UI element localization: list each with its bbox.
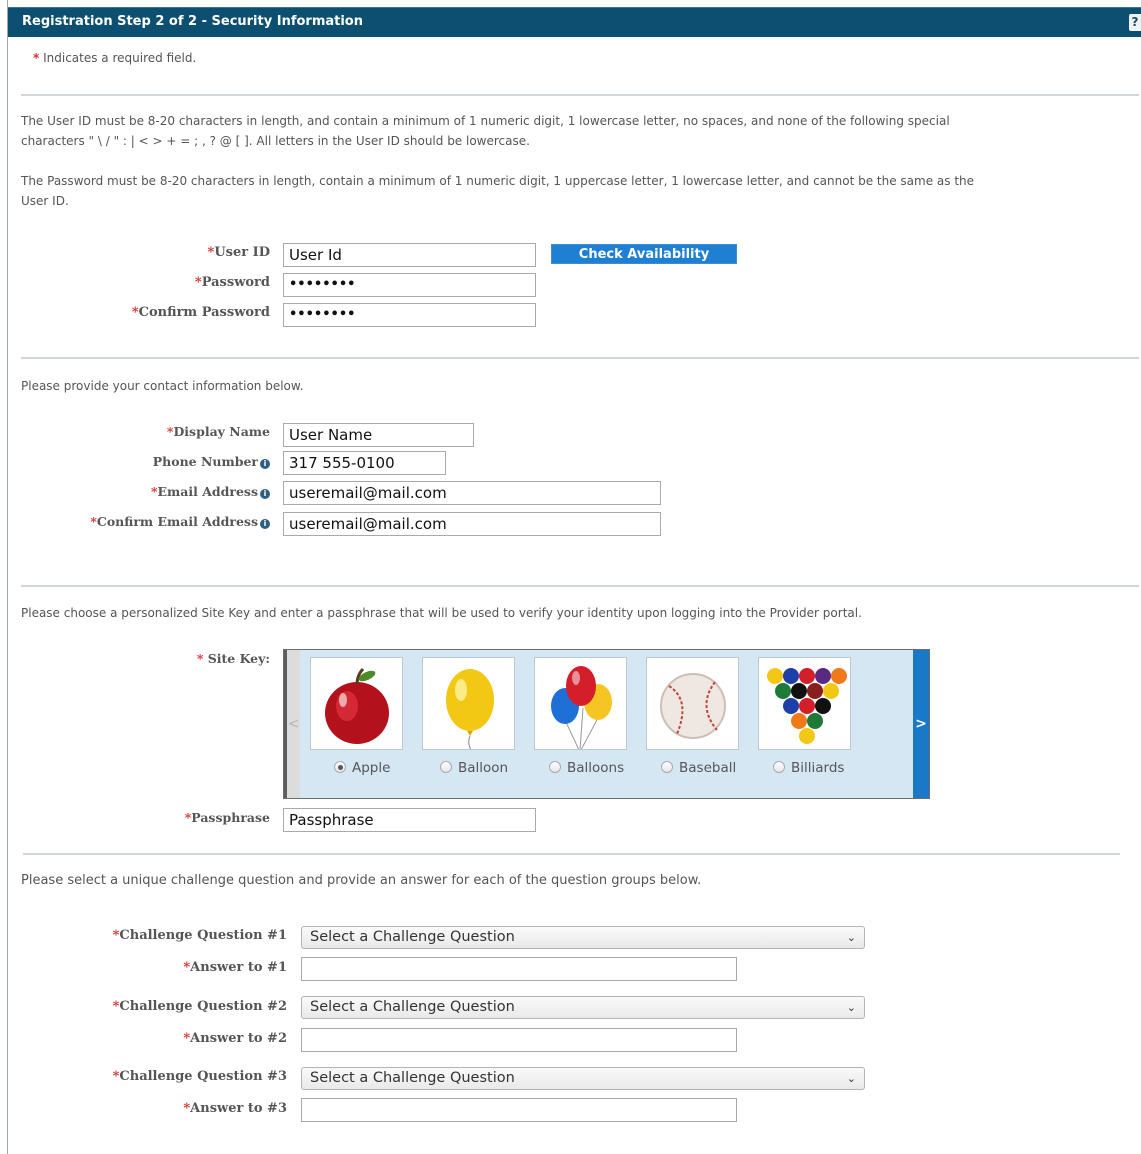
divider	[21, 585, 1139, 587]
info-icon[interactable]: i	[260, 459, 270, 469]
contact-intro: Please provide your contact information …	[21, 379, 304, 393]
chevron-down-icon: ⌄	[846, 931, 856, 944]
baseball-icon[interactable]	[646, 657, 739, 750]
email-input[interactable]: useremail@mail.com	[283, 481, 661, 505]
answer3-input[interactable]	[301, 1098, 737, 1122]
required-note-text: Indicates a required field.	[43, 51, 197, 65]
page-title: Registration Step 2 of 2 - Security Info…	[22, 14, 363, 29]
radio-button[interactable]	[773, 761, 785, 773]
info-icon[interactable]: i	[260, 519, 270, 529]
userid-rules: The User ID must be 8-20 characters in l…	[21, 111, 1121, 151]
title-bar: Registration Step 2 of 2 - Security Info…	[8, 7, 1141, 37]
confirm-email-input[interactable]: useremail@mail.com	[283, 512, 661, 536]
divider	[21, 357, 1139, 359]
userid-label: *User ID	[207, 245, 270, 260]
confirm-password-label: *Confirm Password	[131, 305, 270, 320]
challenge-q3-label: *Challenge Question #3	[112, 1069, 287, 1084]
password-input[interactable]: ••••••••	[283, 273, 536, 297]
sitekey-carousel: < Apple Balloon Balloons Baseball Billia…	[283, 649, 930, 799]
divider	[21, 94, 1139, 96]
balloon-icon[interactable]	[422, 657, 515, 750]
display-name-input[interactable]: User Name	[283, 423, 474, 447]
challenge-q1-value: Select a Challenge Question	[310, 929, 515, 945]
sitekey-radio-balloon[interactable]: Balloon	[440, 760, 508, 776]
help-icon[interactable]: ?	[1129, 14, 1141, 31]
challenge-q2-value: Select a Challenge Question	[310, 999, 515, 1015]
carousel-next-button[interactable]: >	[913, 650, 929, 798]
userid-rules-line2: characters " \ / " : | < > + = ; , ? @ […	[21, 134, 530, 148]
sitekey-radio-apple[interactable]: Apple	[334, 760, 390, 776]
challenge-q2-select[interactable]: Select a Challenge Question ⌄	[301, 996, 865, 1019]
radio-button[interactable]	[549, 761, 561, 773]
answer1-label: *Answer to #1	[183, 960, 287, 975]
challenge-q3-select[interactable]: Select a Challenge Question ⌄	[301, 1067, 865, 1090]
display-name-label: *Display Name	[166, 424, 270, 439]
chevron-down-icon: ⌄	[846, 1072, 856, 1085]
required-star: *	[33, 51, 40, 65]
password-rules-line2: User ID.	[21, 194, 69, 208]
divider	[23, 853, 1120, 855]
registration-page: Registration Step 2 of 2 - Security Info…	[0, 0, 1141, 1154]
passphrase-input[interactable]: Passphrase	[283, 808, 536, 832]
challenge-q2-label: *Challenge Question #2	[112, 999, 287, 1014]
sitekey-radio-balloons[interactable]: Balloons	[549, 760, 624, 776]
password-rules-line1: The Password must be 8-20 characters in …	[21, 174, 975, 188]
password-label: *Password	[194, 275, 270, 290]
sitekey-radio-baseball[interactable]: Baseball	[661, 760, 736, 776]
phone-label: Phone Number i	[153, 454, 270, 469]
radio-button[interactable]	[661, 761, 673, 773]
answer2-label: *Answer to #2	[183, 1031, 287, 1046]
sitekey-intro: Please choose a personalized Site Key an…	[21, 606, 862, 620]
confirm-password-input[interactable]: ••••••••	[283, 303, 536, 327]
userid-rules-line1: The User ID must be 8-20 characters in l…	[21, 114, 950, 128]
userid-input[interactable]: User Id	[283, 243, 536, 267]
apple-icon[interactable]	[310, 657, 403, 750]
phone-input[interactable]: 317 555-0100	[283, 451, 446, 475]
challenge-q3-value: Select a Challenge Question	[310, 1070, 515, 1086]
password-rules: The Password must be 8-20 characters in …	[21, 171, 1121, 211]
answer3-label: *Answer to #3	[183, 1101, 287, 1116]
answer1-input[interactable]	[301, 957, 737, 981]
challenge-intro: Please select a unique challenge questio…	[21, 873, 702, 888]
answer2-input[interactable]	[301, 1028, 737, 1052]
left-border	[7, 0, 8, 1154]
radio-button[interactable]	[440, 761, 452, 773]
info-icon[interactable]: i	[260, 489, 270, 499]
check-availability-button[interactable]: Check Availability	[551, 244, 737, 264]
billiards-icon[interactable]	[758, 657, 851, 750]
challenge-q1-select[interactable]: Select a Challenge Question ⌄	[301, 926, 865, 949]
email-label: *Email Address i	[151, 484, 270, 499]
chevron-down-icon: ⌄	[846, 1001, 856, 1014]
challenge-q1-label: *Challenge Question #1	[112, 928, 287, 943]
confirm-email-label: *Confirm Email Address i	[90, 514, 270, 529]
radio-button[interactable]	[334, 761, 346, 773]
sitekey-radio-billiards[interactable]: Billiards	[773, 760, 844, 776]
balloons-icon[interactable]	[534, 657, 627, 750]
required-note: * Indicates a required field.	[33, 51, 196, 65]
passphrase-label: *Passphrase	[184, 810, 270, 825]
carousel-prev-button[interactable]: <	[284, 650, 300, 798]
sitekey-label: * Site Key:	[196, 651, 270, 666]
